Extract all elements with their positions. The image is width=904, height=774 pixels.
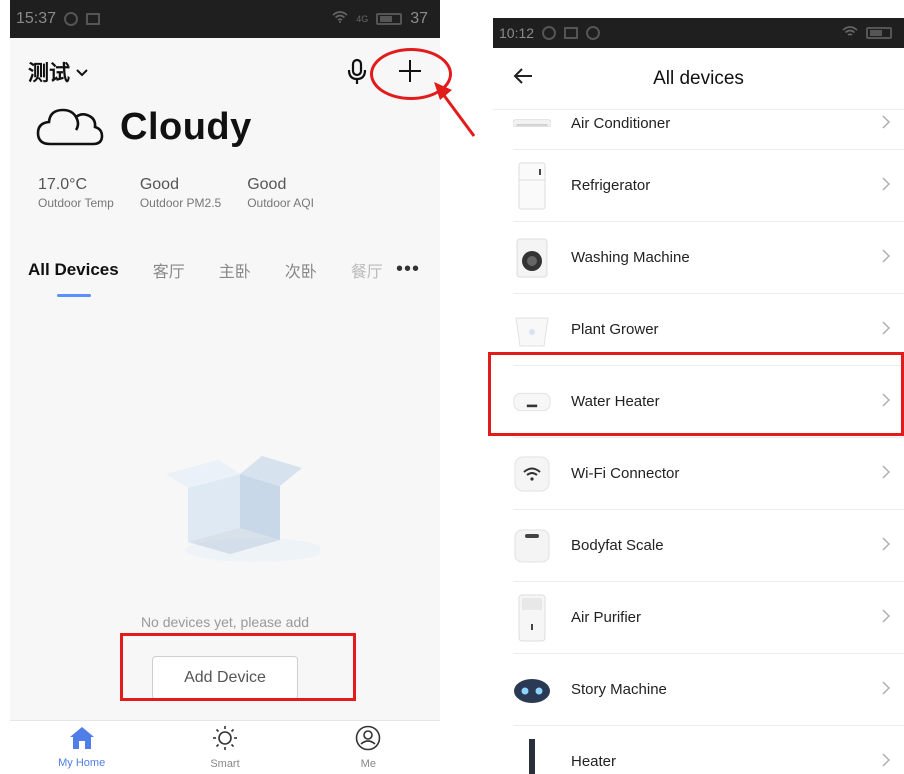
- nav-label: Me: [360, 758, 376, 770]
- more-icon[interactable]: •••: [396, 258, 420, 281]
- home-icon: [68, 726, 96, 755]
- red-arrow-icon: [430, 80, 480, 140]
- device-name: Refrigerator: [571, 177, 651, 194]
- highlight-rectangle: [120, 633, 356, 701]
- notification-icon: [64, 12, 79, 26]
- chevron-right-icon: [882, 246, 890, 269]
- wifi-icon: [842, 25, 858, 41]
- page-title: All devices: [653, 67, 744, 89]
- left-phone-screen: 15:37 4G 37 测试 Cloudy 17.0°C Outdoor Tem…: [10, 0, 440, 774]
- device-name: Plant Grower: [571, 321, 659, 338]
- tab-dining-room[interactable]: 餐厅: [351, 258, 383, 282]
- notification-icon: [542, 26, 557, 40]
- device-name: Air Purifier: [571, 609, 642, 626]
- bodyfat-scale-icon: [513, 524, 551, 568]
- bottom-navigation: My Home Smart Me: [10, 720, 440, 774]
- list-item-bodyfat-scale[interactable]: Bodyfat Scale: [513, 510, 904, 582]
- device-list: Air Conditioner Refrigerator Washing Mac…: [493, 98, 904, 774]
- chevron-right-icon: [882, 678, 890, 701]
- chevron-right-icon: [882, 112, 890, 135]
- metric-outdoor-aqi: Good Outdoor AQI: [247, 176, 314, 210]
- cloud-icon: [36, 102, 104, 153]
- chevron-right-icon: [882, 462, 890, 485]
- list-item-air-conditioner[interactable]: Air Conditioner: [513, 98, 904, 150]
- story-machine-icon: [513, 668, 551, 712]
- sun-icon: [211, 725, 239, 756]
- chevron-right-icon: [882, 606, 890, 629]
- nav-smart[interactable]: Smart: [180, 725, 270, 770]
- nav-me[interactable]: Me: [323, 725, 413, 770]
- battery-icon: [376, 13, 403, 25]
- metric-value: 17.0°C: [38, 176, 88, 193]
- chevron-right-icon: [882, 174, 890, 197]
- washing-machine-icon: [513, 236, 551, 280]
- user-profile-icon: [355, 725, 381, 756]
- image-icon: [564, 27, 579, 39]
- refrigerator-icon: [513, 162, 551, 209]
- tab-all-devices[interactable]: All Devices: [28, 260, 119, 280]
- device-name: Air Conditioner: [571, 115, 671, 132]
- metric-label: Outdoor PM2.5: [139, 196, 222, 210]
- metric-outdoor-pm25: Good Outdoor PM2.5: [140, 176, 221, 210]
- nav-label: Smart: [210, 758, 240, 770]
- image-icon: [86, 13, 101, 25]
- home-header: 测试: [28, 52, 422, 92]
- signal-icon: 4G: [356, 14, 369, 24]
- highlight-rectangle: [488, 352, 904, 436]
- room-tabs: All Devices 客厅 主卧 次卧 餐厅: [28, 258, 422, 282]
- metric-label: Outdoor Temp: [38, 196, 114, 210]
- nav-my-home[interactable]: My Home: [37, 726, 127, 769]
- message-icon: [586, 26, 601, 40]
- heater-icon: [513, 738, 551, 774]
- list-item-heater[interactable]: Heater: [513, 726, 904, 774]
- nav-label: My Home: [58, 757, 106, 769]
- device-name: Wi-Fi Connector: [571, 465, 680, 482]
- device-name: Bodyfat Scale: [571, 537, 664, 554]
- tab-living-room[interactable]: 客厅: [153, 258, 185, 282]
- back-arrow-icon[interactable]: [513, 64, 533, 92]
- active-tab-indicator: [57, 294, 91, 297]
- wifi-icon: [332, 10, 348, 28]
- wifi-connector-icon: [513, 452, 551, 496]
- chevron-right-icon: [882, 318, 890, 341]
- status-bar: 15:37 4G 37: [10, 0, 440, 38]
- list-item-washing-machine[interactable]: Washing Machine: [513, 222, 904, 294]
- list-item-wifi-connector[interactable]: Wi-Fi Connector: [513, 438, 904, 510]
- status-bar: 10:12: [493, 18, 904, 48]
- tab-second-bedroom[interactable]: 次卧: [285, 258, 317, 282]
- tab-master-bedroom[interactable]: 主卧: [219, 258, 251, 282]
- weather-condition: Cloudy: [120, 106, 252, 148]
- battery-level: 37: [410, 10, 428, 27]
- device-name: Story Machine: [571, 681, 667, 698]
- home-name: 测试: [28, 62, 70, 85]
- chevron-down-icon: [76, 64, 88, 80]
- status-time: 10:12: [499, 25, 535, 41]
- device-name: Heater: [571, 753, 617, 770]
- air-purifier-icon: [513, 594, 551, 641]
- list-item-air-purifier[interactable]: Air Purifier: [513, 582, 904, 654]
- microphone-icon[interactable]: [346, 58, 368, 86]
- metric-value: Good: [247, 176, 287, 193]
- device-name: Washing Machine: [571, 249, 690, 266]
- metric-value: Good: [139, 176, 179, 193]
- home-selector[interactable]: 测试: [28, 57, 88, 87]
- empty-box-illustration: [160, 450, 325, 570]
- chevron-right-icon: [882, 534, 890, 557]
- empty-state-text: No devices yet, please add: [140, 614, 310, 630]
- metric-outdoor-temp: 17.0°C Outdoor Temp: [38, 176, 114, 210]
- chevron-right-icon: [882, 750, 890, 773]
- plant-grower-icon: [513, 308, 551, 352]
- battery-icon: [866, 27, 892, 39]
- air-conditioner-icon: [513, 114, 551, 134]
- outdoor-metrics: 17.0°C Outdoor Temp Good Outdoor PM2.5 G…: [38, 176, 314, 210]
- weather-panel: Cloudy: [36, 102, 252, 153]
- list-item-story-machine[interactable]: Story Machine: [513, 654, 904, 726]
- metric-label: Outdoor AQI: [247, 196, 314, 210]
- status-time: 15:37: [16, 10, 57, 27]
- list-item-refrigerator[interactable]: Refrigerator: [513, 150, 904, 222]
